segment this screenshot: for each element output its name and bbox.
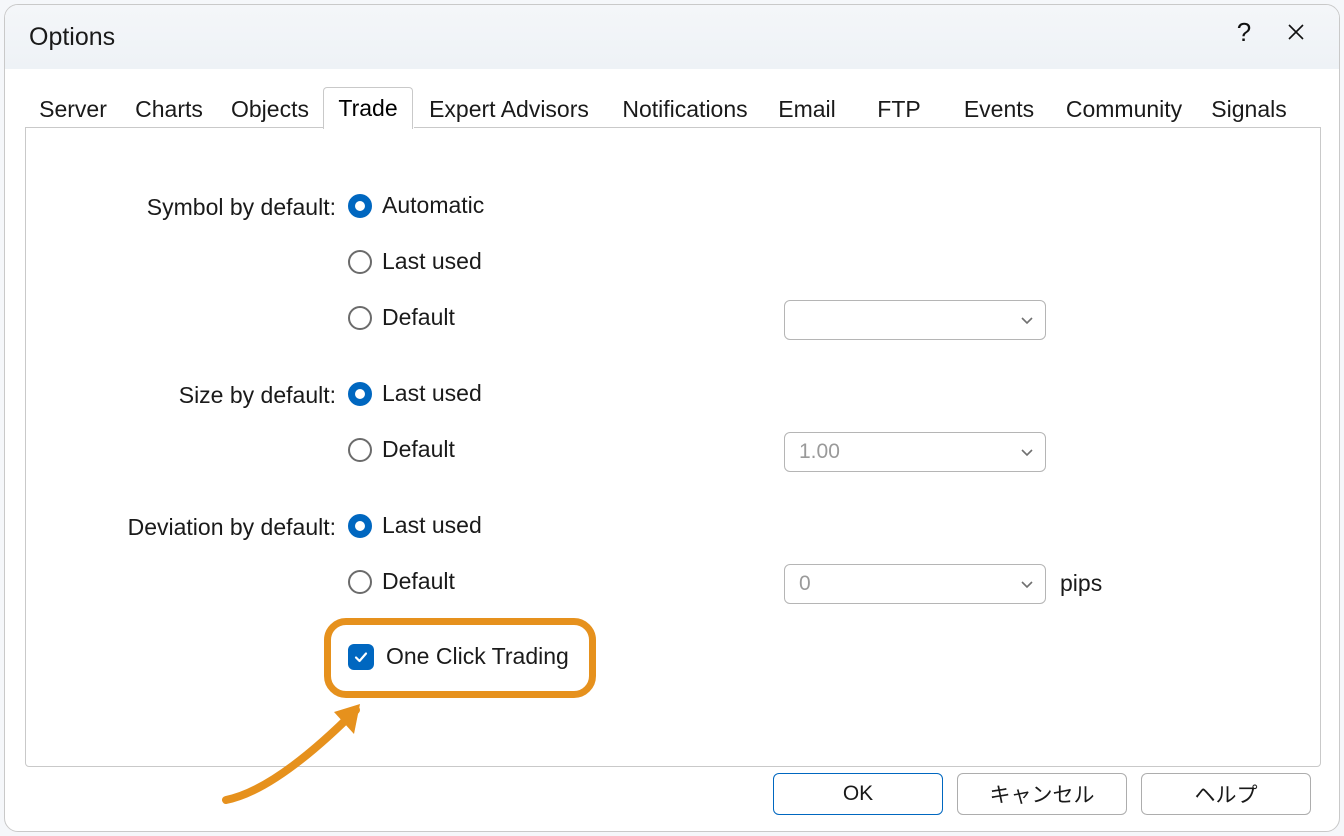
titlebar: Options ? — [5, 5, 1339, 69]
tab-events[interactable]: Events — [949, 89, 1049, 129]
tabstrip: Server Charts Objects Trade Expert Advis… — [25, 87, 1321, 131]
ok-button[interactable]: OK — [773, 773, 943, 815]
radio-label: Default — [382, 436, 455, 463]
combo-symbol-default[interactable] — [784, 300, 1046, 340]
window-title: Options — [29, 23, 115, 52]
radio-icon — [348, 382, 372, 406]
button-bar: OK キャンセル ヘルプ — [5, 757, 1339, 831]
tab-trade[interactable]: Trade — [323, 87, 413, 129]
radio-label: Last used — [382, 512, 482, 539]
radio-label: Automatic — [382, 192, 484, 219]
radio-deviation-default[interactable]: Default — [348, 568, 455, 595]
deviation-label: Deviation by default: — [86, 514, 336, 541]
symbol-label: Symbol by default: — [86, 194, 336, 221]
radio-icon — [348, 570, 372, 594]
radio-icon — [348, 194, 372, 218]
options-dialog: Options ? Server Charts Objects Trade Ex… — [4, 4, 1340, 832]
tab-community[interactable]: Community — [1049, 89, 1199, 129]
close-icon[interactable] — [1269, 5, 1323, 59]
tab-charts[interactable]: Charts — [121, 89, 217, 129]
checkbox-icon — [348, 644, 374, 670]
radio-size-last-used[interactable]: Last used — [348, 380, 482, 407]
cancel-button[interactable]: キャンセル — [957, 773, 1127, 815]
checkbox-one-click-trading[interactable]: One Click Trading — [348, 643, 569, 670]
radio-icon — [348, 250, 372, 274]
deviation-suffix: pips — [1060, 570, 1102, 597]
chevron-down-icon — [1019, 444, 1035, 460]
radio-symbol-default[interactable]: Default — [348, 304, 455, 331]
tab-server[interactable]: Server — [25, 89, 121, 129]
trade-panel: Symbol by default: Automatic Last used D… — [25, 127, 1321, 767]
radio-label: Default — [382, 304, 455, 331]
combo-size-default[interactable]: 1.00 — [784, 432, 1046, 472]
tab-email[interactable]: Email — [765, 89, 849, 129]
tab-objects[interactable]: Objects — [217, 89, 323, 129]
combo-value: 0 — [799, 572, 811, 596]
radio-label: Last used — [382, 380, 482, 407]
radio-label: Default — [382, 568, 455, 595]
radio-icon — [348, 306, 372, 330]
checkbox-label: One Click Trading — [386, 643, 569, 670]
chevron-down-icon — [1019, 312, 1035, 328]
combo-deviation-default[interactable]: 0 — [784, 564, 1046, 604]
tab-expert-advisors[interactable]: Expert Advisors — [413, 89, 605, 129]
tab-signals[interactable]: Signals — [1199, 89, 1299, 129]
size-label: Size by default: — [86, 382, 336, 409]
combo-value: 1.00 — [799, 440, 840, 464]
radio-symbol-last-used[interactable]: Last used — [348, 248, 482, 275]
radio-size-default[interactable]: Default — [348, 436, 455, 463]
help-button[interactable]: ヘルプ — [1141, 773, 1311, 815]
tab-notifications[interactable]: Notifications — [605, 89, 765, 129]
radio-symbol-automatic[interactable]: Automatic — [348, 192, 484, 219]
chevron-down-icon — [1019, 576, 1035, 592]
radio-deviation-last-used[interactable]: Last used — [348, 512, 482, 539]
radio-icon — [348, 438, 372, 462]
help-icon[interactable]: ? — [1217, 5, 1271, 59]
radio-label: Last used — [382, 248, 482, 275]
tab-ftp[interactable]: FTP — [849, 89, 949, 129]
radio-icon — [348, 514, 372, 538]
